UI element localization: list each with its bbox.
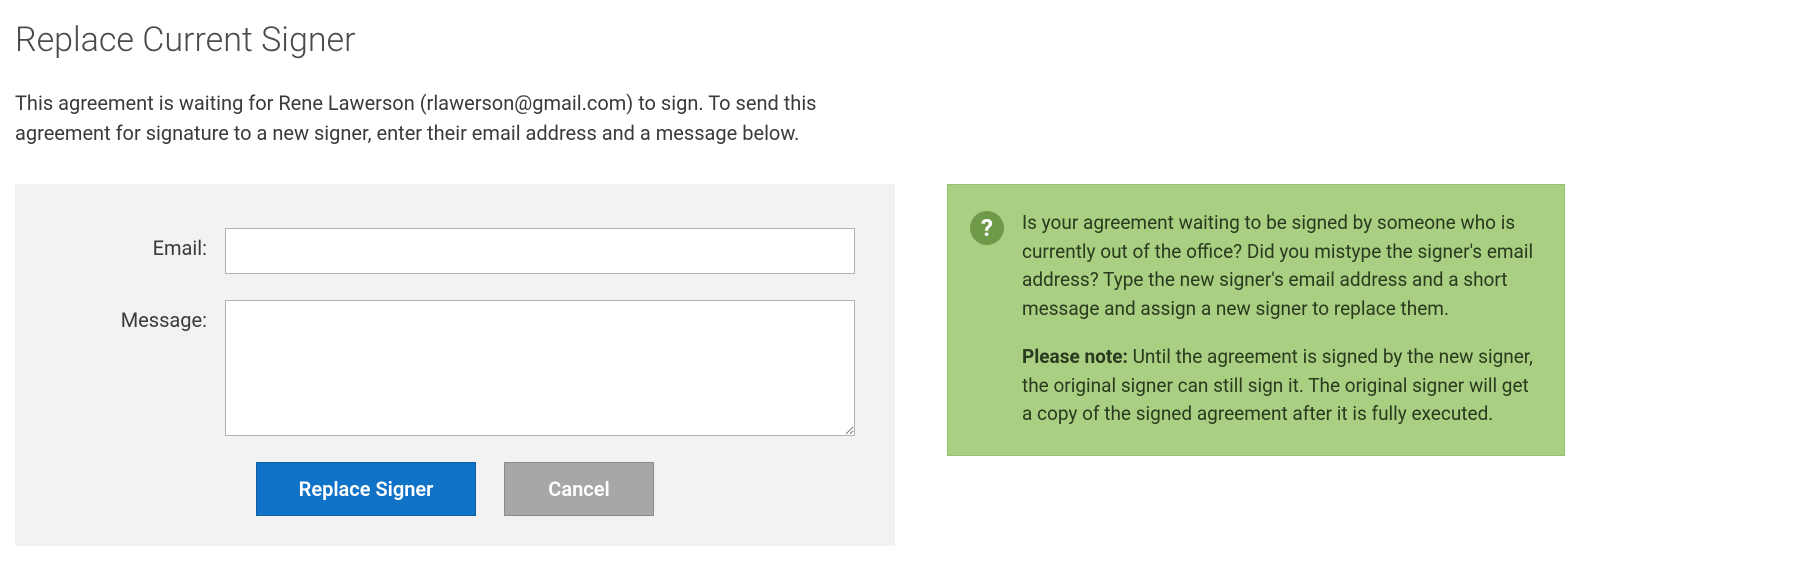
message-input[interactable]: [225, 300, 855, 436]
email-label: Email:: [55, 228, 225, 260]
cancel-button[interactable]: Cancel: [504, 462, 654, 516]
help-panel: ? Is your agreement waiting to be signed…: [947, 184, 1565, 456]
replace-signer-button[interactable]: Replace Signer: [256, 462, 476, 516]
message-label: Message:: [55, 300, 225, 332]
help-paragraph-2: Please note: Until the agreement is sign…: [1022, 343, 1542, 429]
help-paragraph-1: Is your agreement waiting to be signed b…: [1022, 209, 1542, 323]
page-description: This agreement is waiting for Rene Lawer…: [15, 88, 915, 148]
help-icon: ?: [970, 211, 1004, 245]
button-row: Replace Signer Cancel: [55, 462, 855, 516]
page-title: Replace Current Signer: [15, 20, 1781, 60]
email-input[interactable]: [225, 228, 855, 274]
help-text: Is your agreement waiting to be signed b…: [1022, 209, 1542, 429]
email-row: Email:: [55, 228, 855, 274]
message-row: Message:: [55, 300, 855, 436]
replace-signer-form: Email: Message: Replace Signer Cancel: [15, 184, 895, 546]
help-note-label: Please note:: [1022, 345, 1128, 368]
main-content: Email: Message: Replace Signer Cancel ? …: [15, 184, 1781, 546]
